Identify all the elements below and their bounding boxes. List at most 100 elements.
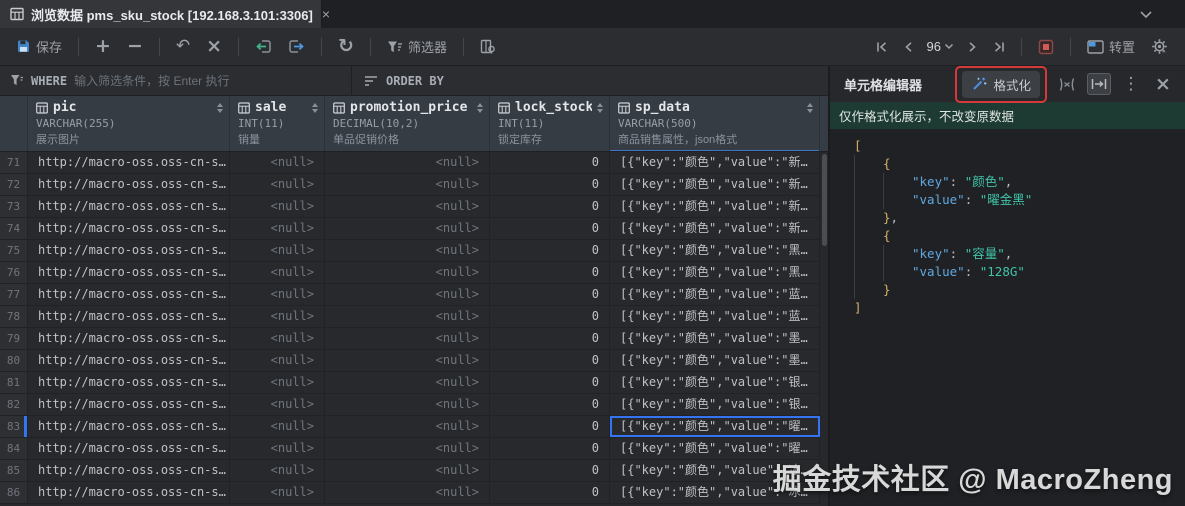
cell-sp_data[interactable]: [{"key":"颜色","value":"新… — [610, 196, 820, 217]
cell-lock_stock[interactable]: 0 — [490, 196, 610, 217]
cell-pic[interactable]: http://macro-oss.oss-cn-s… — [28, 152, 230, 173]
cell-sp_data[interactable]: [{"key":"颜色","value":"曜… — [610, 416, 820, 437]
cell-promotion_price[interactable]: <null> — [325, 438, 490, 459]
cell-sale[interactable]: <null> — [230, 416, 325, 437]
cell-promotion_price[interactable]: <null> — [325, 372, 490, 393]
row-number[interactable]: 71 — [0, 152, 28, 173]
row-number[interactable]: 73 — [0, 196, 28, 217]
cell-sp_data[interactable]: [{"key":"颜色","value":"冰… — [610, 482, 820, 503]
save-button[interactable]: 保存 — [10, 34, 68, 59]
column-header-pic[interactable]: pic VARCHAR(255) 展示图片 — [28, 96, 230, 151]
minify-button[interactable] — [1055, 73, 1079, 95]
stop-button[interactable] — [1032, 36, 1060, 58]
cell-pic[interactable]: http://macro-oss.oss-cn-s… — [28, 394, 230, 415]
cell-pic[interactable]: http://macro-oss.oss-cn-s… — [28, 284, 230, 305]
cell-promotion_price[interactable]: <null> — [325, 306, 490, 327]
row-number[interactable]: 86 — [0, 482, 28, 503]
close-panel-button[interactable]: × — [1151, 73, 1175, 95]
cell-sale[interactable]: <null> — [230, 372, 325, 393]
cell-sale[interactable]: <null> — [230, 240, 325, 261]
cell-lock_stock[interactable]: 0 — [490, 372, 610, 393]
locate-column-button[interactable] — [474, 36, 501, 57]
next-page-button[interactable] — [962, 38, 983, 56]
cell-sp_data[interactable]: [{"key":"颜色","value":"银… — [610, 394, 820, 415]
row-number[interactable]: 72 — [0, 174, 28, 195]
delete-row-button[interactable]: − — [121, 34, 149, 59]
sort-arrows-icon[interactable] — [597, 102, 603, 113]
add-row-button[interactable]: + — [89, 34, 117, 59]
cell-sp_data[interactable]: [{"key":"颜色","value":"新… — [610, 174, 820, 195]
cell-sp_data[interactable]: [{"key":"颜色","value":"蓝… — [610, 284, 820, 305]
cell-promotion_price[interactable]: <null> — [325, 152, 490, 173]
cell-pic[interactable]: http://macro-oss.oss-cn-s… — [28, 174, 230, 195]
more-options-button[interactable]: ⋮ — [1119, 73, 1143, 95]
cell-sp_data[interactable]: [{"key":"颜色","value":"墨… — [610, 328, 820, 349]
cell-pic[interactable]: http://macro-oss.oss-cn-s… — [28, 306, 230, 327]
cell-sale[interactable]: <null> — [230, 460, 325, 481]
cell-promotion_price[interactable]: <null> — [325, 240, 490, 261]
cell-sale[interactable]: <null> — [230, 394, 325, 415]
format-button[interactable]: 格式化 — [962, 70, 1040, 98]
export-button[interactable] — [282, 36, 311, 57]
first-page-button[interactable] — [870, 38, 894, 56]
cell-pic[interactable]: http://macro-oss.oss-cn-s… — [28, 438, 230, 459]
cell-pic[interactable]: http://macro-oss.oss-cn-s… — [28, 350, 230, 371]
column-header-sp_data[interactable]: sp_data VARCHAR(500) 商品销售属性，json格式 — [610, 96, 820, 151]
row-number[interactable]: 76 — [0, 262, 28, 283]
cell-lock_stock[interactable]: 0 — [490, 482, 610, 503]
row-number[interactable]: 83 — [0, 416, 28, 437]
scrollbar-thumb[interactable] — [821, 154, 827, 246]
cell-lock_stock[interactable]: 0 — [490, 394, 610, 415]
cell-sale[interactable]: <null> — [230, 262, 325, 283]
cell-sp_data[interactable]: [{"key":"颜色","value":"墨… — [610, 350, 820, 371]
settings-button[interactable] — [1145, 35, 1175, 59]
page-size-dropdown[interactable]: 96 — [923, 37, 958, 56]
cell-promotion_price[interactable]: <null> — [325, 284, 490, 305]
cell-pic[interactable]: http://macro-oss.oss-cn-s… — [28, 218, 230, 239]
filter-button[interactable]: 筛选器 — [381, 34, 453, 59]
word-wrap-toggle[interactable] — [1087, 73, 1111, 95]
column-header-promotion_price[interactable]: promotion_price DECIMAL(10,2) 单品促销价格 — [325, 96, 490, 151]
cell-sale[interactable]: <null> — [230, 306, 325, 327]
cell-lock_stock[interactable]: 0 — [490, 218, 610, 239]
cancel-changes-button[interactable]: × — [200, 34, 228, 59]
import-button[interactable] — [249, 36, 278, 57]
row-number[interactable]: 81 — [0, 372, 28, 393]
cell-sp_data[interactable]: [{"key":"颜色","value":"新… — [610, 152, 820, 173]
cell-lock_stock[interactable]: 0 — [490, 284, 610, 305]
cell-pic[interactable]: http://macro-oss.oss-cn-s… — [28, 482, 230, 503]
cell-lock_stock[interactable]: 0 — [490, 350, 610, 371]
cell-promotion_price[interactable]: <null> — [325, 350, 490, 371]
cell-sale[interactable]: <null> — [230, 196, 325, 217]
cell-lock_stock[interactable]: 0 — [490, 152, 610, 173]
cell-sale[interactable]: <null> — [230, 328, 325, 349]
column-header-sale[interactable]: sale INT(11) 销量 — [230, 96, 325, 151]
row-number[interactable]: 84 — [0, 438, 28, 459]
cell-lock_stock[interactable]: 0 — [490, 438, 610, 459]
cell-sale[interactable]: <null> — [230, 438, 325, 459]
cell-sp_data[interactable]: [{"key":"颜色","value":"银… — [610, 372, 820, 393]
where-filter-input[interactable]: WHERE 输入筛选条件，按 Enter 执行 — [0, 66, 352, 95]
cell-promotion_price[interactable]: <null> — [325, 460, 490, 481]
cell-pic[interactable]: http://macro-oss.oss-cn-s… — [28, 262, 230, 283]
tab-browse-data[interactable]: 浏览数据 pms_sku_stock [192.168.3.101:3306] … — [0, 0, 330, 28]
cell-promotion_price[interactable]: <null> — [325, 394, 490, 415]
sort-arrows-icon[interactable] — [217, 102, 223, 113]
cell-lock_stock[interactable]: 0 — [490, 262, 610, 283]
cell-sale[interactable]: <null> — [230, 218, 325, 239]
tab-list-chevron-down-icon[interactable] — [1139, 10, 1153, 19]
row-number[interactable]: 80 — [0, 350, 28, 371]
row-number[interactable]: 77 — [0, 284, 28, 305]
last-page-button[interactable] — [987, 38, 1011, 56]
row-number[interactable]: 79 — [0, 328, 28, 349]
cell-sale[interactable]: <null> — [230, 152, 325, 173]
cell-pic[interactable]: http://macro-oss.oss-cn-s… — [28, 240, 230, 261]
cell-lock_stock[interactable]: 0 — [490, 416, 610, 437]
cell-promotion_price[interactable]: <null> — [325, 262, 490, 283]
cell-promotion_price[interactable]: <null> — [325, 482, 490, 503]
cell-sale[interactable]: <null> — [230, 350, 325, 371]
row-number[interactable]: 82 — [0, 394, 28, 415]
cell-sp_data[interactable]: [{"key":"颜色","value":"黑… — [610, 262, 820, 283]
refresh-button[interactable]: ↻ — [332, 34, 360, 59]
prev-page-button[interactable] — [898, 38, 919, 56]
